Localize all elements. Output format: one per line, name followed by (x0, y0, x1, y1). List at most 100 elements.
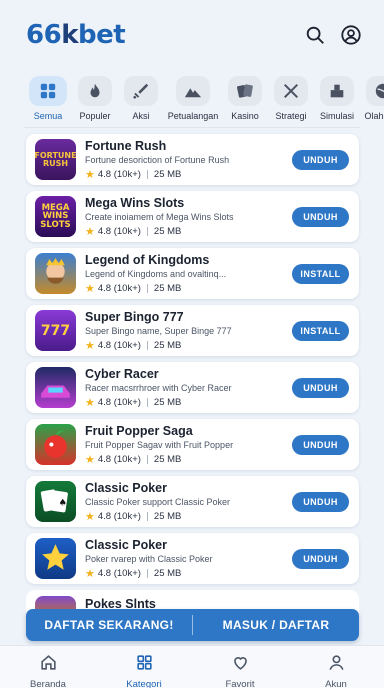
game-thumbnail (35, 253, 76, 294)
category-tab[interactable]: Semua (25, 76, 71, 124)
list-item[interactable]: MEGA WINS SLOTS Mega Wins Slots Create ino… (26, 191, 359, 242)
star-icon: ★ (85, 453, 95, 466)
meta-separator (146, 568, 148, 578)
game-thumbnail (35, 538, 76, 579)
category-tab[interactable]: Populer (73, 76, 117, 124)
list-item[interactable]: Classic Poker Poker rvarep with Classic P… (26, 533, 359, 584)
star-icon: ★ (85, 168, 95, 181)
building-icon (320, 76, 354, 106)
search-icon[interactable] (304, 24, 326, 46)
game-size: 25 MB (153, 339, 182, 351)
thumbnail-text: MEGA WINS SLOTS (40, 202, 71, 230)
nav-item-beranda[interactable]: Beranda (0, 646, 96, 688)
star-icon: ★ (85, 282, 95, 295)
game-title: Super Bingo 777 (85, 309, 184, 324)
game-size: 25 MB (153, 567, 182, 579)
meta-separator (146, 340, 148, 350)
game-list: FORTUNE RUSH Fortune Rush Fortune desorict… (26, 134, 359, 590)
game-rating: 4.8 (10k+) (97, 510, 141, 522)
game-thumbnail: MEGA WINS SLOTS (35, 196, 76, 237)
home-icon (39, 653, 58, 677)
nav-label: Akun (325, 679, 347, 688)
category-tab[interactable]: Simulasi (315, 76, 359, 124)
game-title: Classic Poker (85, 480, 167, 495)
nav-item-favorit[interactable]: Favorit (192, 646, 288, 688)
category-label: Populer (79, 111, 111, 121)
list-item[interactable]: FORTUNE RUSH Fortune Rush Fortune desorict… (26, 134, 359, 185)
download-button[interactable]: UNDUH (292, 434, 349, 455)
game-rating: 4.8 (10k+) (97, 282, 141, 294)
bottom-nav: Beranda Kategori Favorit Akun (0, 645, 384, 688)
divider (24, 127, 360, 128)
app-header: 66kbet (0, 0, 384, 70)
game-title: Legend of Kingdoms (85, 252, 210, 267)
nav-label: Favorit (225, 679, 255, 688)
list-item[interactable]: Legend of Kingdoms Legend of Kingdoms and… (26, 248, 359, 299)
game-thumbnail (35, 367, 76, 408)
download-button[interactable]: UNDUH (292, 548, 349, 569)
category-tab[interactable]: Strategi (269, 76, 313, 124)
game-title: Classic Poker (85, 537, 167, 552)
nav-label: Kategori (126, 679, 162, 688)
login-register-button[interactable]: MASUK / DAFTAR (193, 618, 359, 632)
game-rating: 4.8 (10k+) (97, 225, 141, 237)
list-item[interactable]: Fruit Popper Saga Fruit Popper Sagav with… (26, 419, 359, 470)
meta-separator (146, 226, 148, 236)
thumbnail-text: 777 (40, 322, 71, 339)
meta-separator (146, 169, 148, 179)
download-button[interactable]: UNDUH (292, 491, 349, 512)
game-title: Mega Wins Slots (85, 195, 185, 210)
person-icon (327, 653, 346, 677)
category-tab[interactable]: Olahraga (361, 76, 384, 124)
game-rating: 4.8 (10k+) (97, 168, 141, 180)
nav-item-kategori[interactable]: Kategori (96, 646, 192, 688)
game-rating: 4.8 (10k+) (97, 339, 141, 351)
download-button[interactable]: INSTALL (292, 263, 349, 284)
download-button[interactable]: UNDUH (292, 149, 349, 170)
category-label: Strategi (275, 111, 307, 121)
list-item[interactable]: 777 Super Bingo 777 Super Bingo name, Supe… (26, 305, 359, 356)
nav-label: Beranda (30, 679, 66, 688)
download-button[interactable]: INSTALL (292, 320, 349, 341)
category-label: Semua (33, 111, 63, 121)
ball-icon (366, 76, 384, 106)
game-size: 25 MB (153, 396, 182, 408)
category-label: Petualangan (167, 111, 219, 121)
flame-icon (78, 76, 112, 106)
grid-icon (29, 76, 67, 106)
game-description: Super Bingo name, Super Binge 777 (85, 325, 232, 336)
register-now-button[interactable]: DAFTAR SEKARANG! (26, 618, 192, 632)
category-tab[interactable]: Kasino (223, 76, 267, 124)
profile-icon[interactable] (340, 24, 362, 46)
category-tab[interactable]: Aksi (119, 76, 163, 124)
game-description: Create inoiamem of Mega Wins Slots (85, 211, 234, 222)
game-description: Fruit Popper Sagav with Fruit Popper (85, 439, 234, 450)
download-button[interactable]: UNDUH (292, 206, 349, 227)
meta-separator (146, 283, 148, 293)
cards-icon (228, 76, 262, 106)
game-size: 25 MB (153, 282, 182, 294)
meta-separator (146, 397, 148, 407)
game-description: Fortune desoriction of Fortune Rush (85, 154, 230, 165)
category-label: Kasino (231, 111, 259, 121)
game-rating: 4.8 (10k+) (97, 453, 141, 465)
meta-separator (146, 454, 148, 464)
game-size: 25 MB (153, 453, 182, 465)
nav-item-akun[interactable]: Akun (288, 646, 384, 688)
list-item[interactable]: ♠ Classic Poker Classic Poker support Clas… (26, 476, 359, 527)
game-rating: 4.8 (10k+) (97, 396, 141, 408)
cta-bar: DAFTAR SEKARANG! MASUK / DAFTAR (26, 609, 359, 641)
star-icon: ★ (85, 567, 95, 580)
download-button[interactable]: UNDUH (292, 377, 349, 398)
game-description: Poker rvarep with Classic Poker (85, 553, 213, 564)
app-logo[interactable]: 66kbet (26, 20, 126, 50)
thumbnail-text: FORTUNE RUSH (35, 150, 76, 168)
game-description: Classic Poker support Classic Poker (85, 496, 231, 507)
game-description: Racer macsrrhroer with Cyber Racer (85, 382, 232, 393)
star-icon: ★ (85, 510, 95, 523)
star-icon: ★ (85, 225, 95, 238)
list-item[interactable]: Cyber Racer Racer macsrrhroer with Cyber … (26, 362, 359, 413)
game-title: Fortune Rush (85, 138, 167, 153)
category-tab[interactable]: Petualangan (165, 76, 221, 124)
svg-text:♠: ♠ (59, 498, 67, 509)
